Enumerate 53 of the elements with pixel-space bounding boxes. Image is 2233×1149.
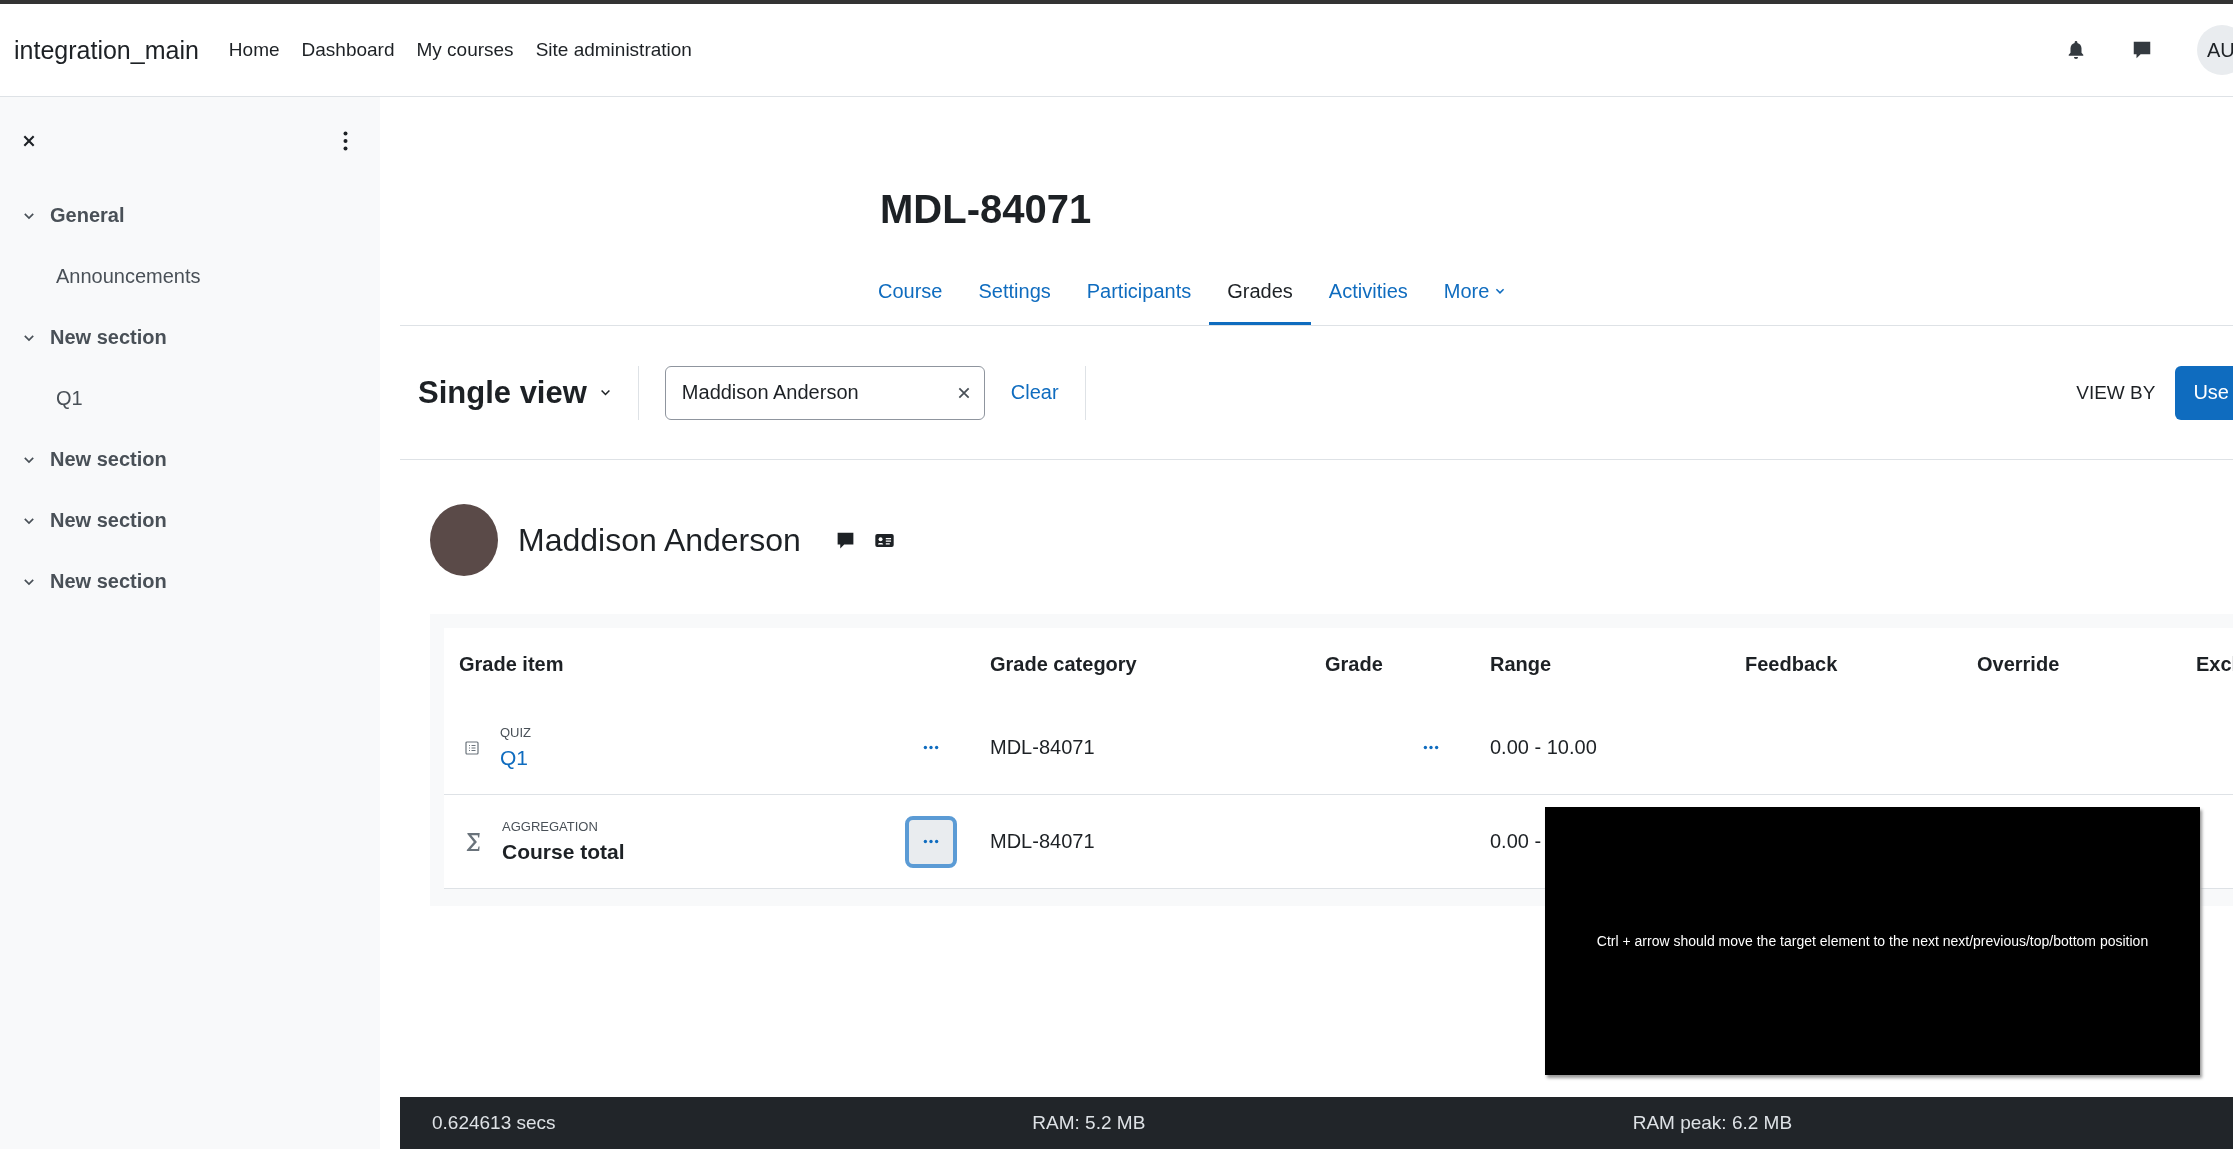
nav-tab[interactable]: More — [1425, 257, 1525, 325]
column-header: Grade item — [459, 653, 564, 676]
column-header: Feedback — [1745, 653, 1838, 676]
table-cell: MDL-84071 — [990, 830, 1095, 853]
performance-info: RAM peak: 6.2 MB — [1632, 1112, 1794, 1134]
section-link[interactable]: New section — [50, 448, 167, 471]
performance-info: 0.624613 secs — [432, 1112, 557, 1134]
user-avatar[interactable]: AU — [2197, 25, 2233, 75]
column-header: Grade category — [990, 653, 1137, 676]
user-search-field[interactable]: Maddison Anderson — [664, 365, 985, 420]
nav-link[interactable]: My courses — [416, 39, 514, 61]
column-header: Excl — [2196, 653, 2233, 676]
table-cell: 0.00 - — [1490, 830, 1542, 853]
view-by-label: VIEW BY — [2076, 381, 2156, 404]
grade-item-name: Course total — [502, 840, 625, 864]
grade-item-link[interactable]: Q1 — [500, 746, 532, 770]
nav-tab[interactable]: Settings — [960, 257, 1069, 325]
actions-menu-button[interactable] — [905, 815, 957, 868]
nav-link[interactable]: Home — [228, 39, 280, 61]
table-cell: MDL-84071 — [990, 736, 1095, 759]
report-selector[interactable]: Single view — [418, 374, 612, 411]
kebab-menu-icon[interactable] — [343, 131, 348, 151]
dots-icon — [922, 745, 940, 750]
column-header: Override — [1977, 653, 2060, 676]
course-title: MDL-84071 — [880, 186, 1093, 233]
item-type-label: QUIZ — [500, 725, 532, 740]
nav-link[interactable]: Site administration — [535, 39, 692, 61]
section-link[interactable]: General — [50, 204, 125, 227]
nav-tab[interactable]: Course — [860, 257, 961, 325]
hint-text: Ctrl + arrow should move the target element to the next next/previous/top/bottom position — [1596, 933, 2149, 949]
nav-link[interactable]: Dashboard — [301, 39, 395, 61]
clear-link[interactable]: Clear — [1010, 381, 1059, 404]
activity-link[interactable]: Announcements — [56, 265, 201, 288]
clear-icon[interactable] — [956, 385, 971, 400]
quiz-icon — [464, 739, 480, 756]
nav-tab[interactable]: Grades — [1209, 257, 1311, 325]
section-link[interactable]: New section — [50, 326, 167, 349]
activity-link[interactable]: Q1 — [56, 387, 83, 410]
view-by-user-button[interactable]: Use — [2175, 365, 2233, 420]
site-name[interactable]: integration_main — [14, 35, 199, 65]
section-link[interactable]: New section — [50, 509, 167, 532]
performance-info: RAM: 5.2 MB — [1032, 1112, 1147, 1134]
close-icon[interactable] — [22, 134, 36, 148]
dots-icon — [1422, 745, 1440, 750]
nav-tab[interactable]: Participants — [1068, 257, 1210, 325]
column-header: Range — [1490, 653, 1552, 676]
nav-tab[interactable]: Activities — [1310, 257, 1426, 325]
section-link[interactable]: New section — [50, 570, 167, 593]
item-type-label: AGGREGATION — [502, 819, 599, 834]
user-name: Maddison Anderson — [518, 521, 801, 559]
table-cell: 0.00 - 10.00 — [1490, 736, 1597, 759]
column-header: Grade — [1325, 653, 1383, 676]
dots-icon — [922, 839, 940, 844]
